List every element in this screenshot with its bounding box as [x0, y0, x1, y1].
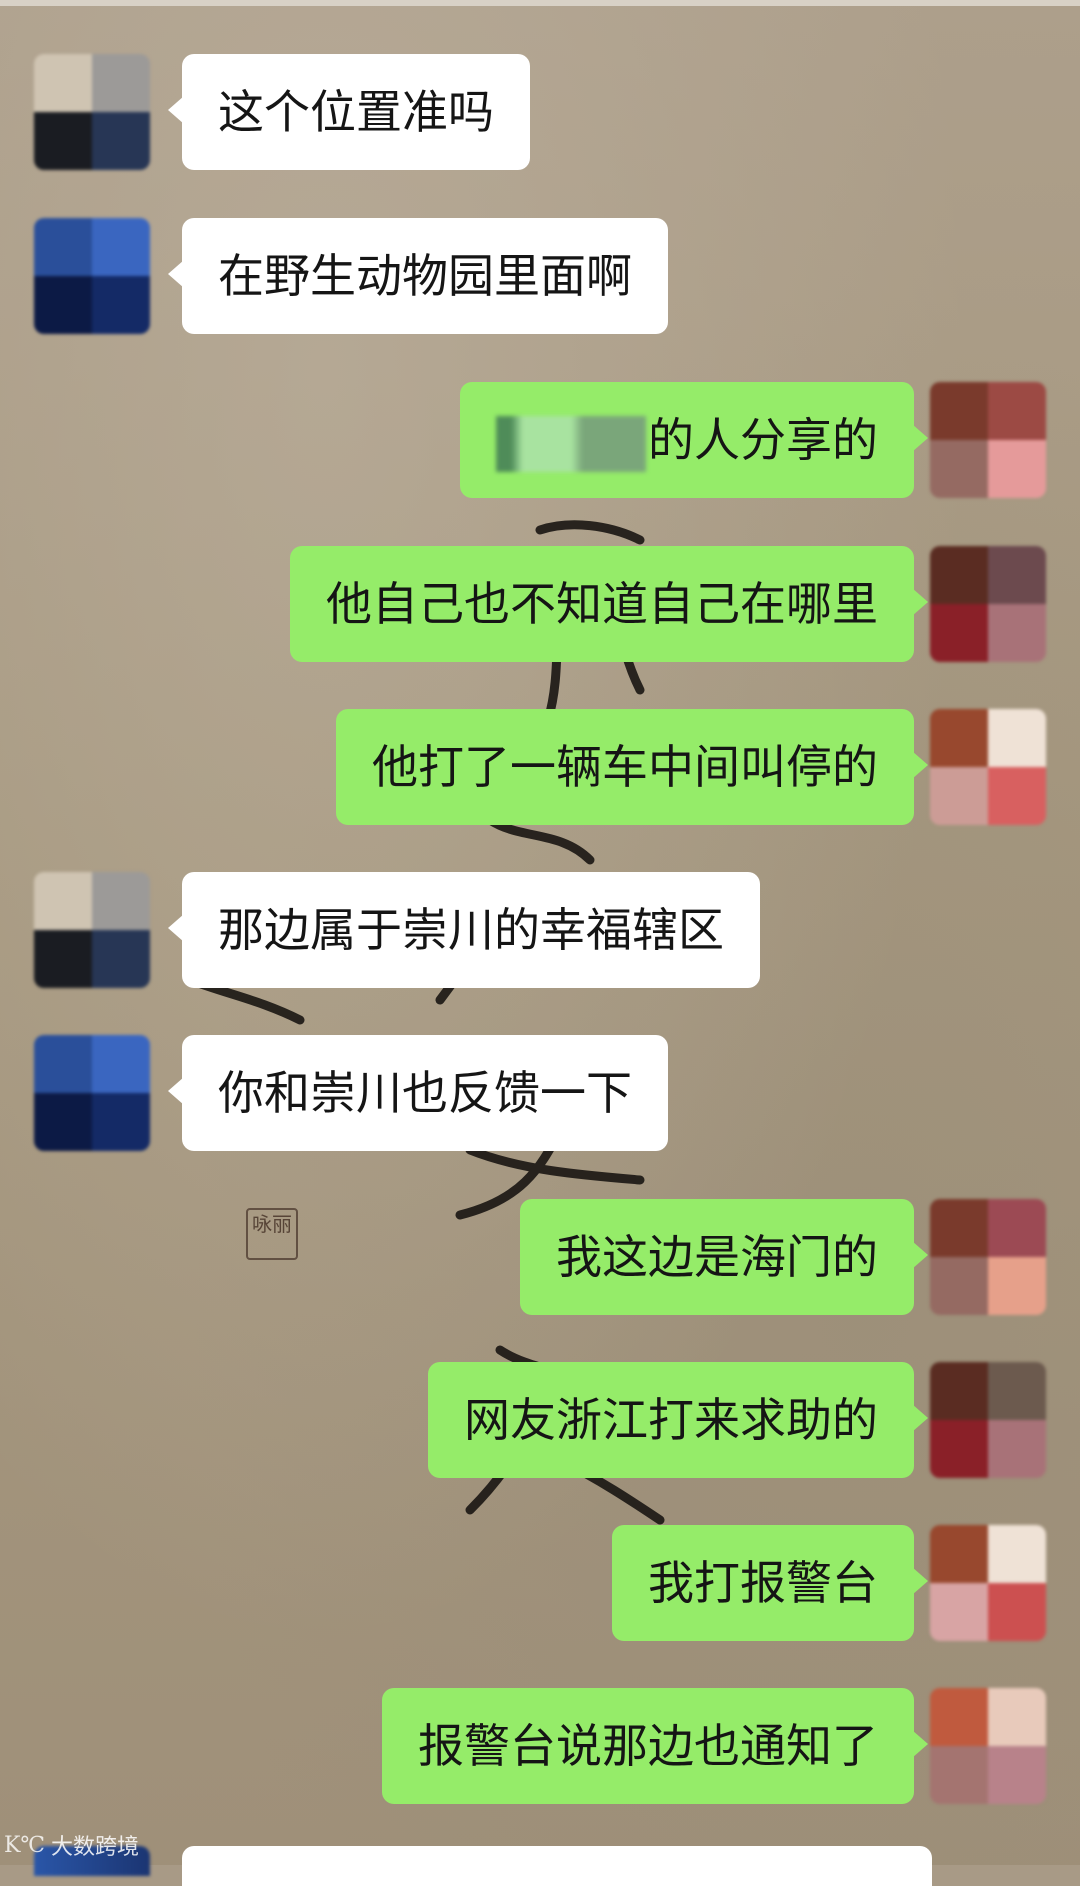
avatar-mosaic-tile	[988, 709, 1046, 767]
avatar[interactable]	[34, 1035, 150, 1151]
avatar[interactable]	[34, 872, 150, 988]
avatar[interactable]	[930, 709, 1046, 825]
avatar-mosaic-tile	[930, 767, 988, 825]
status-strip	[0, 0, 1080, 6]
avatar-mosaic-tile	[988, 1257, 1046, 1315]
avatar[interactable]	[930, 1362, 1046, 1478]
avatar[interactable]	[34, 54, 150, 170]
message-text: 你和崇川也反馈一下	[218, 1066, 632, 1120]
outgoing-message-bubble[interactable]: 他自己也不知道自己在哪里	[290, 546, 928, 662]
message-row: 那边属于崇川的幸福辖区	[0, 872, 1080, 988]
incoming-message-bubble[interactable]: 那边属于崇川的幸福辖区	[168, 872, 760, 988]
message-text: 报警台说那边也通知了	[418, 1719, 878, 1773]
incoming-message-bubble[interactable]: 这个位置准吗	[168, 54, 530, 170]
message-text: 我这边是海门的	[556, 1230, 878, 1284]
message-text: 他自己也不知道自己在哪里	[326, 577, 878, 631]
avatar-mosaic-tile	[34, 112, 92, 170]
redacted-text-mosaic	[496, 415, 646, 472]
message-text: 这个位置准吗	[218, 85, 494, 139]
avatar[interactable]	[930, 1688, 1046, 1804]
message-text: 网友浙江打来求助的	[464, 1393, 878, 1447]
avatar-mosaic-tile	[988, 382, 1046, 440]
message-row: 他自己也不知道自己在哪里	[0, 546, 1080, 662]
avatar-mosaic-tile	[988, 1583, 1046, 1641]
avatar[interactable]	[930, 1199, 1046, 1315]
outgoing-message-bubble[interactable]: 网友浙江打来求助的	[428, 1362, 928, 1478]
avatar-mosaic-tile	[988, 1525, 1046, 1583]
avatar[interactable]	[930, 382, 1046, 498]
message-row: 我打报警台	[0, 1525, 1080, 1641]
avatar-mosaic-tile	[92, 872, 150, 930]
message-bubble-partial[interactable]	[182, 1846, 932, 1886]
message-text: 的人分享的	[648, 413, 878, 467]
avatar-mosaic-tile	[988, 440, 1046, 498]
avatar-mosaic-tile	[988, 1746, 1046, 1804]
avatar-mosaic-tile	[92, 112, 150, 170]
watermark: K℃ 大数跨境	[4, 1828, 139, 1862]
avatar-mosaic-tile	[930, 546, 988, 604]
avatar-mosaic-tile	[34, 1093, 92, 1151]
avatar-mosaic-tile	[34, 1035, 92, 1093]
avatar-mosaic-tile	[930, 440, 988, 498]
avatar-mosaic-tile	[930, 1688, 988, 1746]
message-row: 报警台说那边也通知了	[0, 1688, 1080, 1804]
message-text: 在野生动物园里面啊	[218, 249, 632, 303]
avatar-mosaic-tile	[988, 1199, 1046, 1257]
avatar-mosaic-tile	[930, 709, 988, 767]
outgoing-message-bubble[interactable]: 他打了一辆车中间叫停的	[336, 709, 928, 825]
avatar[interactable]	[930, 546, 1046, 662]
incoming-message-bubble[interactable]: 你和崇川也反馈一下	[168, 1035, 668, 1151]
avatar-mosaic-tile	[988, 1420, 1046, 1478]
outgoing-message-bubble[interactable]: 我打报警台	[612, 1525, 928, 1641]
avatar-mosaic-tile	[92, 930, 150, 988]
avatar-mosaic-tile	[92, 1035, 150, 1093]
message-row: 在野生动物园里面啊	[0, 218, 1080, 334]
avatar-mosaic-tile	[988, 1688, 1046, 1746]
avatar[interactable]	[930, 1525, 1046, 1641]
watermark-text: 大数跨境	[51, 1835, 140, 1860]
message-row: 你和崇川也反馈一下	[0, 1035, 1080, 1151]
avatar-mosaic-tile	[930, 382, 988, 440]
message-text: 我打报警台	[648, 1556, 878, 1610]
avatar-mosaic-tile	[92, 218, 150, 276]
avatar-mosaic-tile	[930, 1525, 988, 1583]
message-text: 那边属于崇川的幸福辖区	[218, 903, 724, 957]
avatar-mosaic-tile	[988, 767, 1046, 825]
incoming-message-bubble[interactable]: 在野生动物园里面啊	[168, 218, 668, 334]
outgoing-message-bubble[interactable]: 的人分享的	[460, 382, 928, 498]
avatar-mosaic-tile	[930, 1746, 988, 1804]
avatar-mosaic-tile	[930, 1362, 988, 1420]
message-row: 他打了一辆车中间叫停的	[0, 709, 1080, 825]
avatar-mosaic-tile	[34, 872, 92, 930]
watermark-logo: K℃	[4, 1832, 46, 1858]
avatar-mosaic-tile	[92, 1093, 150, 1151]
avatar-mosaic-tile	[92, 54, 150, 112]
avatar-mosaic-tile	[930, 1420, 988, 1478]
message-row: 这个位置准吗	[0, 54, 1080, 170]
outgoing-message-bubble[interactable]: 我这边是海门的	[520, 1199, 928, 1315]
avatar-mosaic-tile	[930, 1583, 988, 1641]
avatar-mosaic-tile	[930, 604, 988, 662]
message-row: 我这边是海门的	[0, 1199, 1080, 1315]
avatar-mosaic-tile	[988, 1362, 1046, 1420]
message-row: 的人分享的	[0, 382, 1080, 498]
avatar-mosaic-tile	[988, 546, 1046, 604]
avatar-mosaic-tile	[988, 604, 1046, 662]
avatar-mosaic-tile	[34, 276, 92, 334]
outgoing-message-bubble[interactable]: 报警台说那边也通知了	[382, 1688, 928, 1804]
message-text: 他打了一辆车中间叫停的	[372, 740, 878, 794]
avatar-mosaic-tile	[34, 54, 92, 112]
avatar[interactable]	[34, 218, 150, 334]
avatar-mosaic-tile	[34, 930, 92, 988]
avatar-mosaic-tile	[34, 218, 92, 276]
avatar-mosaic-tile	[930, 1199, 988, 1257]
avatar-mosaic-tile	[92, 276, 150, 334]
message-row: 网友浙江打来求助的	[0, 1362, 1080, 1478]
avatar-mosaic-tile	[930, 1257, 988, 1315]
